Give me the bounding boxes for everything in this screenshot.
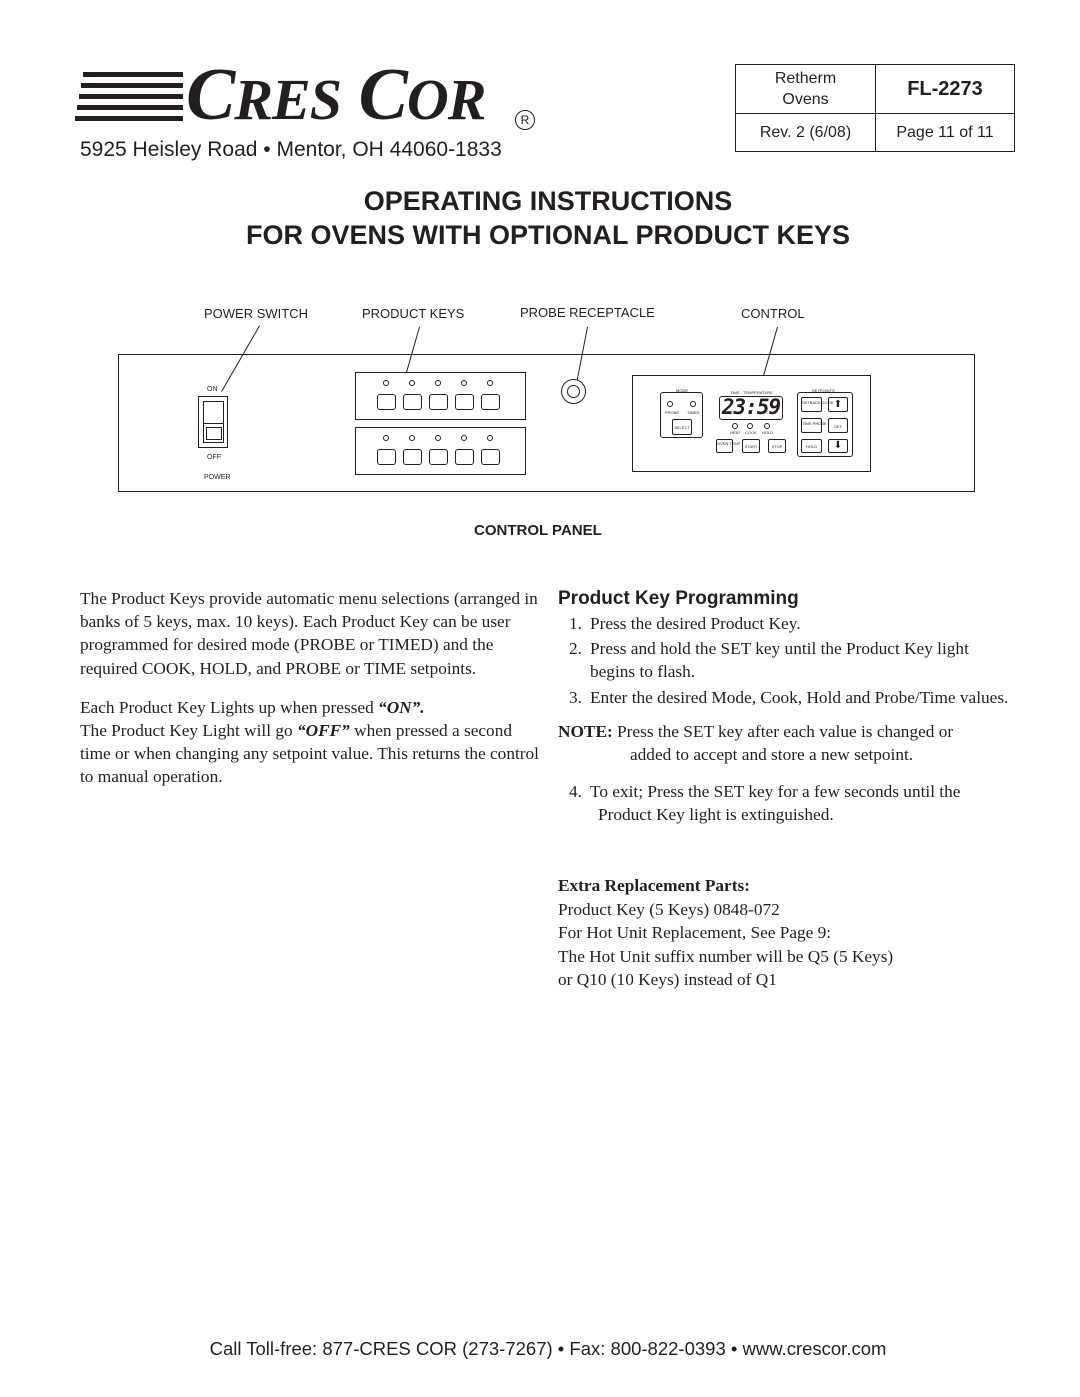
parts-heading: Extra Replacement Parts: <box>558 876 750 895</box>
heat-label: HEAT <box>730 430 741 435</box>
time-temperature-display: 23:59 <box>719 396 783 420</box>
product-key-button[interactable] <box>377 449 396 465</box>
product-key-led <box>487 435 493 441</box>
down-arrow-button[interactable]: ⬇ <box>828 439 848 453</box>
replacement-parts: Extra Replacement Parts: Product Key (5 … <box>558 874 893 992</box>
page-number: Page 11 of 11 <box>875 113 1015 152</box>
note-block: NOTE: Press the SET key after each value… <box>558 721 954 765</box>
product-key-led <box>461 435 467 441</box>
hold-status-label: HOLD <box>762 430 774 435</box>
product-key-button[interactable] <box>481 449 500 465</box>
document-info-table: Retherm Ovens FL-2273 Rev. 2 (6/08) Page … <box>735 64 1015 152</box>
product-key-button[interactable] <box>377 394 396 410</box>
step-item: 4. To exit; Press the SET key for a few s… <box>569 782 961 825</box>
product-key-led <box>461 380 467 386</box>
product-key-button[interactable] <box>429 394 448 410</box>
product-key-led <box>435 435 441 441</box>
step-item: 3. Enter the desired Mode, Cook, Hold and… <box>569 687 1009 707</box>
up-arrow-button[interactable]: ⬆ <box>828 397 848 412</box>
hold-button[interactable]: HOLD <box>801 439 822 453</box>
parts-line: or Q10 (10 Keys) instead of Q1 <box>558 970 777 989</box>
callout-probe-receptacle: PROBE RECEPTACLE <box>520 305 655 320</box>
product-key-led <box>435 380 441 386</box>
registered-mark-icon: R <box>515 110 535 130</box>
product-key-led <box>409 435 415 441</box>
product-key-button[interactable] <box>403 394 422 410</box>
callout-product-keys: PRODUCT KEYS <box>362 306 465 321</box>
select-button[interactable]: SELECT <box>672 419 692 435</box>
product-key-button[interactable] <box>455 449 474 465</box>
probe-receptacle-inner <box>567 385 580 398</box>
switch-divider <box>203 423 224 424</box>
step-item: 1. Press the desired Product Key. <box>569 614 801 633</box>
hold-led <box>764 423 770 429</box>
product-key-led <box>409 380 415 386</box>
switch-on-label: ON <box>207 386 218 393</box>
product-key-led <box>383 435 389 441</box>
programming-heading: Product Key Programming <box>558 588 799 609</box>
power-switch-paddle <box>206 427 222 440</box>
probe-mode-label: PROBE <box>665 410 680 415</box>
callout-power-switch: POWER SWITCH <box>204 306 308 321</box>
product-key-button[interactable] <box>455 394 474 410</box>
page-title: OPERATING INSTRUCTIONS <box>363 186 733 216</box>
intro-paragraph: The Product Keys provide automatic menu … <box>80 589 538 678</box>
timed-mode-label: TIMED <box>687 410 700 415</box>
speed-lines-icon <box>75 70 183 126</box>
arrow-up-icon: ⬆ <box>833 399 843 410</box>
product-type: Retherm Ovens <box>735 64 876 114</box>
programming-section: Product Key Programming 1. Press the desi… <box>558 587 1018 827</box>
lights-off-paragraph: The Product Key Light will go “OFF” when… <box>80 721 539 787</box>
product-key-button[interactable] <box>403 449 422 465</box>
company-address: 5925 Heisley Road • Mentor, OH 44060-183… <box>80 138 502 161</box>
contact-footer: Call Toll-free: 877-CRES COR (273-7267) … <box>209 1338 887 1359</box>
start-button[interactable]: START <box>742 439 760 453</box>
time-probe-button[interactable]: TIME PROBE <box>801 418 827 433</box>
timed-mode-led <box>690 401 696 407</box>
probe-mode-led <box>667 401 673 407</box>
cres-cor-logo: CRES COR R <box>75 58 548 136</box>
brand-wordmark: CRES COR <box>186 54 486 136</box>
revision: Rev. 2 (6/08) <box>735 113 876 152</box>
parts-line: The Hot Unit suffix number will be Q5 (5… <box>558 946 894 966</box>
product-key-led <box>383 380 389 386</box>
cook-led <box>747 423 753 429</box>
cook-label: COOK <box>745 430 757 435</box>
product-keys-description: The Product Keys provide automatic menu … <box>80 587 540 789</box>
switch-off-label: OFF <box>207 454 221 461</box>
oven-temp-button[interactable]: OVEN TEMP <box>716 439 741 453</box>
heat-led <box>732 423 738 429</box>
parts-line: For Hot Unit Replacement, See Page 9: <box>558 923 832 942</box>
power-label: POWER <box>204 474 231 481</box>
diagram-caption: CONTROL PANEL <box>474 522 602 539</box>
set-button[interactable]: SET <box>828 418 848 433</box>
callout-control: CONTROL <box>741 306 805 321</box>
stop-button[interactable]: STOP <box>768 439 786 453</box>
step-item: 2. Press and hold the SET key until the P… <box>569 639 969 682</box>
product-key-led <box>487 380 493 386</box>
product-key-button[interactable] <box>429 449 448 465</box>
lights-on-paragraph: Each Product Key Lights up when pressed … <box>80 697 425 717</box>
form-number: FL-2273 <box>875 64 1015 114</box>
page-subtitle: FOR OVENS WITH OPTIONAL PRODUCT KEYS <box>245 220 851 250</box>
parts-line: Product Key (5 Keys) 0848-072 <box>558 899 780 919</box>
setback-cook-button[interactable]: SETBACK COOK <box>801 397 834 412</box>
arrow-down-icon: ⬇ <box>833 440 843 451</box>
product-key-button[interactable] <box>481 394 500 410</box>
